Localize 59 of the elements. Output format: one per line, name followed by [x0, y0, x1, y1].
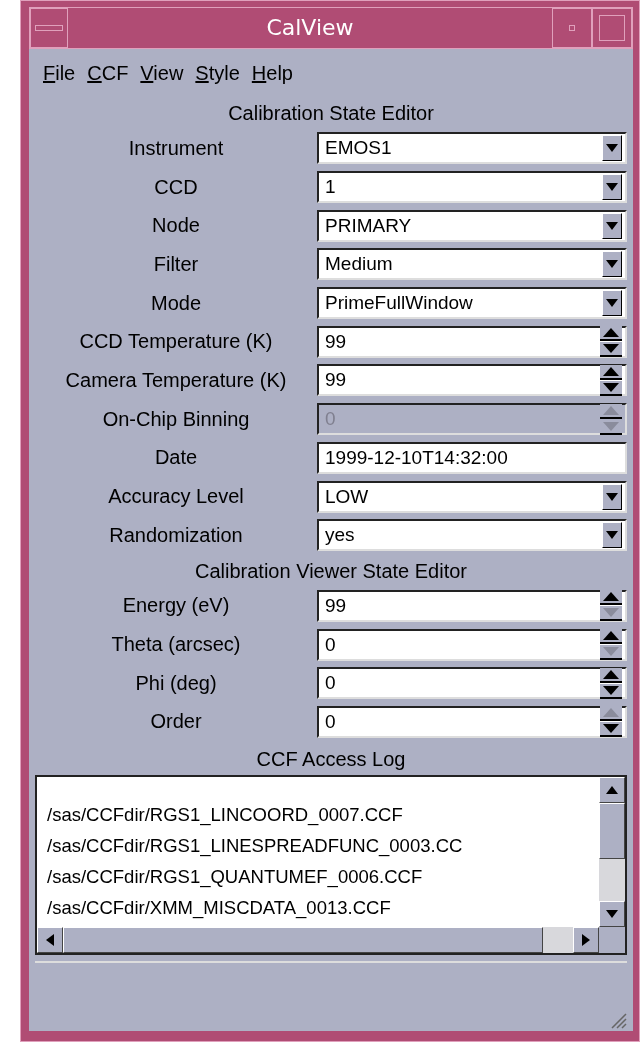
scroll-thumb[interactable]	[63, 927, 543, 954]
spin-field[interactable]: 0	[317, 705, 627, 738]
field-label: On-Chip Binning	[101, 407, 251, 431]
spin-down-button[interactable]	[600, 342, 622, 358]
resize-grip-icon[interactable]	[609, 1011, 627, 1029]
scroll-up-button[interactable]	[599, 777, 625, 804]
right-arrow-icon	[582, 934, 590, 947]
scroll-right-button[interactable]	[573, 927, 599, 954]
menu-item[interactable]: CCF	[87, 61, 129, 85]
dropdown-field[interactable]: PrimeFullWindow	[317, 287, 627, 320]
menu-item[interactable]: Style	[195, 61, 240, 85]
menu-item[interactable]: File	[43, 61, 76, 85]
text-field[interactable]: 1999-12-10T14:32:00	[317, 441, 627, 474]
spin-field[interactable]: 99	[317, 325, 627, 358]
field-label: Mode	[150, 291, 202, 315]
section-title: Calibration Viewer State Editor	[194, 558, 468, 584]
window-title: CalView	[265, 14, 355, 42]
field-label: Phi (deg)	[134, 671, 218, 695]
dropdown-field[interactable]: 1	[317, 171, 627, 204]
dropdown-field[interactable]: Medium	[317, 248, 627, 281]
dropdown-field[interactable]: yes	[317, 519, 627, 552]
left-arrow-icon	[46, 934, 54, 947]
field-label: Date	[153, 446, 199, 470]
menu-item[interactable]: View	[140, 61, 184, 85]
dropdown-field[interactable]: LOW	[317, 480, 627, 513]
spin-down-button[interactable]	[600, 683, 622, 699]
spin-up-button[interactable]	[600, 667, 622, 683]
field-label: Instrument	[127, 136, 225, 160]
scroll-left-button[interactable]	[37, 927, 63, 954]
scroll-down-button[interactable]	[599, 901, 625, 928]
field-label: Camera Temperature (K)	[64, 368, 288, 392]
spin-down-button[interactable]	[600, 380, 622, 396]
spin-up-button[interactable]	[600, 326, 622, 342]
section-title: CCF Access Log	[255, 747, 407, 773]
up-arrow-icon	[606, 786, 618, 795]
spin-up-button[interactable]	[600, 364, 622, 380]
spin-field[interactable]: 0	[317, 628, 627, 661]
spin-field[interactable]: 99	[317, 364, 627, 397]
log-area: /sas/CCFdir/RGS1_LINCOORD_0007.CCF /sas/CCFdir/RGS1_LINESPREADFUNC_0003.CC /sas/CCFdir/RGS1_QUANTUMEF_0006.CCF /sas/CCFdir/XMM_MISCDATA_0013.CCF	[37, 777, 599, 928]
field-label: Order	[149, 710, 203, 734]
menu-item[interactable]: Help	[251, 61, 293, 85]
spin-field[interactable]: 99	[317, 589, 627, 622]
dropdown-field[interactable]: EMOS1	[317, 132, 627, 165]
scroll-thumb[interactable]	[599, 803, 625, 860]
dropdown-field[interactable]: PRIMARY	[317, 209, 627, 242]
spin-field[interactable]: 0	[317, 667, 627, 700]
field-label: CCD	[153, 175, 199, 199]
field-label: Node	[151, 214, 201, 238]
field-label: Filter	[152, 252, 200, 276]
field-label: Randomization	[108, 523, 244, 547]
spin-up-button[interactable]	[600, 629, 622, 645]
field-label: Theta (arcsec)	[110, 633, 242, 657]
spin-down-button[interactable]	[600, 722, 622, 738]
section-title: Calibration State Editor	[227, 101, 435, 126]
field-label: CCD Temperature (K)	[78, 330, 274, 354]
field-label: Energy (eV)	[121, 594, 231, 618]
down-arrow-icon	[606, 910, 618, 919]
spin-up-button[interactable]	[600, 590, 622, 606]
field-label: Accuracy Level	[107, 485, 245, 509]
